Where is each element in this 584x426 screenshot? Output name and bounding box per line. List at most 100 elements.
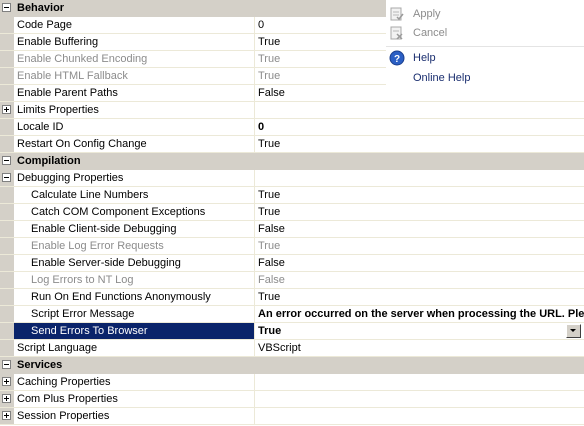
gutter [0,153,14,169]
property-name: Enable Client-side Debugging [31,223,177,235]
property-name: Caching Properties [17,376,111,388]
property-row-limits-properties[interactable]: Limits Properties [0,102,584,119]
property-value[interactable]: False [255,272,584,288]
property-name: Debugging Properties [17,172,124,184]
property-row-enable-client-side-debugging[interactable]: Enable Client-side Debugging False [0,221,584,238]
help-action[interactable]: ? Help [386,49,584,67]
gutter [0,204,14,220]
cancel-action[interactable]: Cancel [386,24,584,42]
expand-icon[interactable] [2,411,11,420]
property-name: Enable Log Error Requests [31,240,164,252]
property-value[interactable]: True [255,187,584,203]
property-name: Script Error Message [31,308,135,320]
property-value[interactable]: False [255,255,584,271]
gutter [0,0,14,16]
category-label: Services [17,359,63,371]
property-value[interactable]: True [255,204,584,220]
gutter [0,68,14,84]
category-compilation[interactable]: Compilation [0,153,584,170]
property-name: Session Properties [17,410,110,422]
dropdown-arrow-icon[interactable] [566,324,581,338]
online-help-action[interactable]: Online Help [386,69,584,87]
property-row-log-errors-to-nt-log[interactable]: Log Errors to NT Log False [0,272,584,289]
actions-panel: Apply Cancel ? Help Online Help [386,0,584,91]
collapse-icon[interactable] [2,3,11,12]
gutter [0,187,14,203]
property-value[interactable]: An error occurred on the server when pro… [255,306,584,322]
property-name: Enable Parent Paths [17,87,118,99]
property-row-enable-server-side-debugging[interactable]: Enable Server-side Debugging False [0,255,584,272]
property-name: Enable Server-side Debugging [31,257,181,269]
category-services[interactable]: Services [0,357,584,374]
property-name: Enable Chunked Encoding [17,53,148,65]
cancel-label: Cancel [413,27,448,39]
gutter [0,34,14,50]
property-name: Run On End Functions Anonymously [31,291,211,303]
gutter [0,289,14,305]
apply-label: Apply [413,8,441,20]
gutter [0,85,14,101]
property-row-restart-on-config-change[interactable]: Restart On Config Change True [0,136,584,153]
gutter [0,136,14,152]
property-value[interactable] [255,170,584,186]
property-row-run-on-end-functions-anonymously[interactable]: Run On End Functions Anonymously True [0,289,584,306]
property-value[interactable]: VBScript [255,340,584,356]
property-value[interactable] [255,102,584,118]
property-value[interactable]: True [255,136,584,152]
property-name: Code Page [17,19,73,31]
property-value[interactable]: 0 [255,119,584,135]
gutter [0,340,14,356]
property-name: Limits Properties [17,104,99,116]
gutter [0,306,14,322]
property-row-debugging-properties[interactable]: Debugging Properties [0,170,584,187]
property-row-script-error-message[interactable]: Script Error Message An error occurred o… [0,306,584,323]
gutter [0,408,14,424]
property-name: Enable Buffering [17,36,99,48]
property-row-calculate-line-numbers[interactable]: Calculate Line Numbers True [0,187,584,204]
expand-icon[interactable] [2,105,11,114]
property-name: Log Errors to NT Log [31,274,134,286]
actions-separator [386,46,584,47]
property-row-script-language[interactable]: Script Language VBScript [0,340,584,357]
property-value-select[interactable]: True [255,323,584,339]
gutter [0,255,14,271]
online-help-label: Online Help [413,72,471,84]
property-value[interactable]: True [255,238,584,254]
property-row-session-properties[interactable]: Session Properties [0,408,584,425]
gutter [0,323,14,339]
expand-icon[interactable] [2,377,11,386]
property-row-locale-id[interactable]: Locale ID 0 [0,119,584,136]
gutter [0,391,14,407]
property-value[interactable]: False [255,221,584,237]
collapse-icon[interactable] [2,156,11,165]
gutter [0,272,14,288]
apply-action[interactable]: Apply [386,5,584,23]
category-label: Behavior [17,2,65,14]
property-name: Script Language [17,342,98,354]
property-name: Enable HTML Fallback [17,70,128,82]
help-label: Help [413,52,436,64]
gutter [0,238,14,254]
gutter [0,221,14,237]
cancel-icon [389,25,405,41]
gutter [0,51,14,67]
property-name: Restart On Config Change [17,138,147,150]
gutter [0,102,14,118]
expand-icon[interactable] [2,394,11,403]
property-value[interactable] [255,408,584,424]
gutter [0,357,14,373]
property-row-send-errors-to-browser[interactable]: Send Errors To Browser True [0,323,584,340]
collapse-icon[interactable] [2,173,11,182]
property-row-enable-log-error-requests[interactable]: Enable Log Error Requests True [0,238,584,255]
property-row-catch-com-component-exceptions[interactable]: Catch COM Component Exceptions True [0,204,584,221]
svg-text:?: ? [394,54,400,65]
collapse-icon[interactable] [2,360,11,369]
gutter [0,17,14,33]
property-value[interactable] [255,391,584,407]
property-value[interactable]: True [255,289,584,305]
help-icon: ? [389,50,405,66]
gutter [0,119,14,135]
property-row-com-plus-properties[interactable]: Com Plus Properties [0,391,584,408]
property-row-caching-properties[interactable]: Caching Properties [0,374,584,391]
property-value[interactable] [255,374,584,390]
